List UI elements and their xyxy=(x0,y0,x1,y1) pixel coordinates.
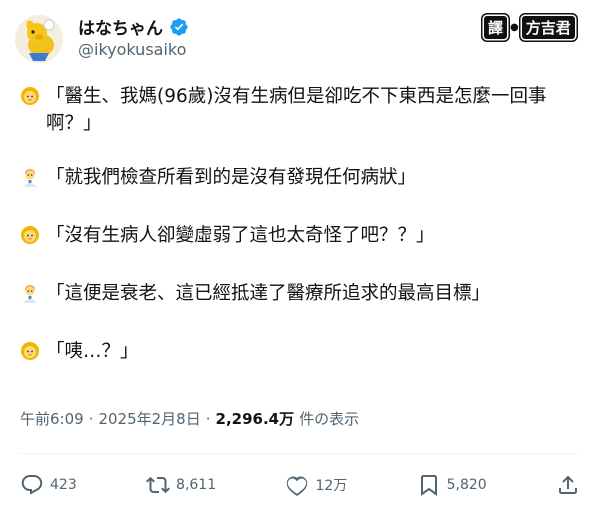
woman-emoji-icon xyxy=(20,222,46,253)
dialogue-text: 「醫生、我媽(96歲)沒有生病但是卻吃不下東西是怎麼一回事啊？」 xyxy=(46,86,547,134)
meta-separator: · xyxy=(88,409,94,428)
dialogue-text: 「就我們檢查所看到的是沒有發現任何病狀」 xyxy=(46,167,417,188)
post-time[interactable]: 午前6:09 xyxy=(20,408,84,429)
author-name-row[interactable]: はなちゃん xyxy=(78,14,189,39)
man-doctor-emoji-icon xyxy=(20,280,46,311)
reply-icon xyxy=(21,475,43,495)
verified-badge-icon xyxy=(170,17,188,36)
view-count: 2,296.4万 xyxy=(215,410,295,428)
meta-separator: · xyxy=(205,409,211,428)
woman-emoji-icon xyxy=(20,338,46,369)
reply-button[interactable]: 423 xyxy=(20,473,77,497)
tweet-meta: 午前6:09 · 2025年2月8日 · 2,296.4万 件の表示 xyxy=(20,408,359,429)
dialogue-line: 「沒有生病人卻變虛弱了這也太奇怪了吧？？」 xyxy=(20,222,580,253)
post-date[interactable]: 2025年2月8日 xyxy=(98,408,200,429)
view-count-label: 件の表示 xyxy=(299,410,360,428)
man-doctor-emoji-icon xyxy=(20,164,46,195)
repost-icon xyxy=(146,476,170,494)
share-icon xyxy=(559,475,577,494)
dialogue-text: 「這便是衰老、這已經抵達了醫療所追求的最高目標」 xyxy=(46,283,491,304)
dialogue-line: 「醫生、我媽(96歲)沒有生病但是卻吃不下東西是怎麼一回事啊？」 xyxy=(20,83,580,137)
share-button[interactable] xyxy=(556,473,580,497)
reply-count: 423 xyxy=(50,477,77,493)
like-count: 12万 xyxy=(315,478,348,494)
tweet-body: 「醫生、我媽(96歲)沒有生病但是卻吃不下東西是怎麼一回事啊？」 「就我們檢查所… xyxy=(20,83,580,369)
bookmark-count: 5,820 xyxy=(446,477,487,493)
bookmark-button[interactable]: 5,820 xyxy=(417,473,487,497)
dialogue-line: 「這便是衰老、這已經抵達了醫療所追求的最高目標」 xyxy=(20,280,580,311)
credit-separator-icon: ● xyxy=(510,22,519,33)
repost-count: 8,611 xyxy=(176,477,217,493)
translator-name: 方吉君 xyxy=(521,16,575,39)
repost-button[interactable]: 8,611 xyxy=(146,473,216,497)
dialogue-text: 「沒有生病人卻變虛弱了這也太奇怪了吧？？」 xyxy=(46,225,435,246)
author-handle[interactable]: @ikyokusaiko xyxy=(78,40,186,59)
translator-credit: 譯 ● 方吉君 xyxy=(484,16,575,39)
tweet-actions: 423 8,611 12万 5,820 xyxy=(20,470,580,500)
like-button[interactable]: 12万 xyxy=(285,473,347,497)
dialogue-line: 「咦…？」 xyxy=(20,338,580,369)
like-icon xyxy=(287,476,308,496)
avatar[interactable] xyxy=(15,15,63,63)
woman-emoji-icon xyxy=(20,83,46,114)
bookmark-icon xyxy=(420,475,437,496)
translator-tag: 譯 xyxy=(484,16,508,39)
author-name[interactable]: はなちゃん xyxy=(78,14,163,39)
avatar-icon xyxy=(15,15,63,63)
dialogue-text: 「咦…？」 xyxy=(46,341,139,362)
divider xyxy=(20,453,578,454)
dialogue-line: 「就我們檢查所看到的是沒有發現任何病狀」 xyxy=(20,164,580,195)
